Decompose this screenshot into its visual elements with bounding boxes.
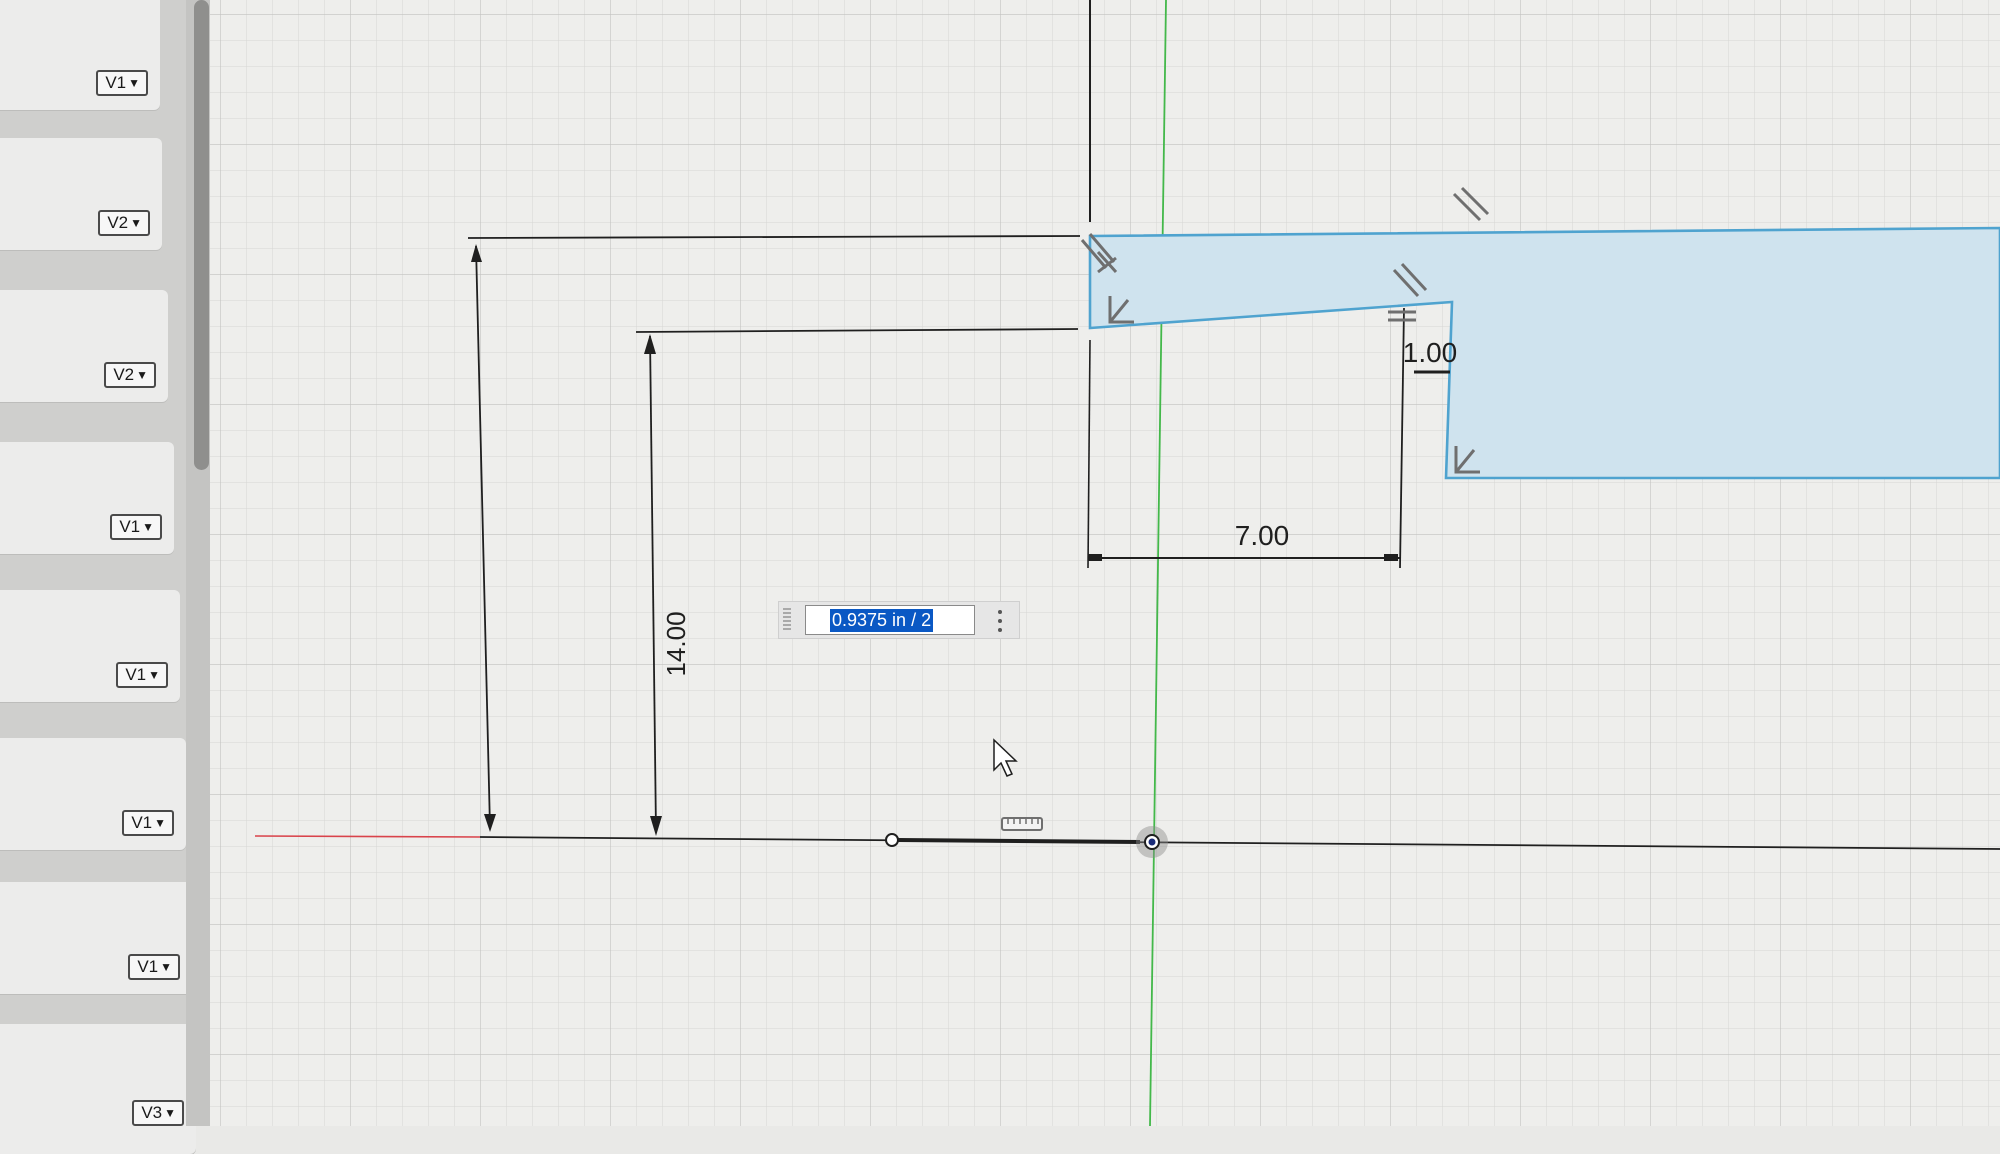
version-card[interactable]: V1 ▼ xyxy=(0,882,192,994)
dimension-label-14: 14.00 xyxy=(661,611,691,676)
sketch-line[interactable] xyxy=(897,838,1141,844)
version-label: V1 xyxy=(105,73,127,92)
vertical-ellipsis-icon[interactable] xyxy=(993,607,1007,635)
version-label: V1 xyxy=(125,665,147,684)
scrollbar-thumb[interactable] xyxy=(194,0,209,470)
version-dropdown[interactable]: V1 ▼ xyxy=(110,514,162,540)
triangle-down-icon: ▼ xyxy=(128,76,140,90)
ellipsis-dot xyxy=(998,618,1002,623)
version-card[interactable]: V1 ▼ xyxy=(0,0,160,110)
sketch-svg: 14.00 7.00 1.00 xyxy=(210,0,2000,1126)
sketch-grid xyxy=(210,0,2000,1126)
triangle-down-icon: ▼ xyxy=(142,520,154,534)
dimension-label-7: 7.00 xyxy=(1235,520,1290,551)
version-dropdown[interactable]: V1 ▼ xyxy=(96,70,148,96)
triangle-down-icon: ▼ xyxy=(154,816,166,830)
version-label: V2 xyxy=(113,365,135,384)
arrowhead xyxy=(1088,554,1102,561)
coincident-constraint-icon[interactable] xyxy=(1001,817,1043,831)
version-dropdown[interactable]: V2 ▼ xyxy=(98,210,150,236)
version-card[interactable]: V1 ▼ xyxy=(0,590,180,702)
version-dropdown[interactable]: V3 ▼ xyxy=(132,1100,184,1126)
dimension-label-1: 1.00 xyxy=(1403,337,1458,368)
version-dropdown[interactable]: V2 ▼ xyxy=(104,362,156,388)
version-label: V1 xyxy=(131,813,153,832)
arrowhead xyxy=(1384,554,1398,561)
dimension-value-editor[interactable]: 0.9375 in / 2 xyxy=(778,601,1020,639)
version-sidebar: V1 ▼ V2 ▼ V2 ▼ V1 ▼ V1 ▼ V1 ▼ V1 ▼ V3 ▼ xyxy=(0,0,200,1154)
triangle-down-icon: ▼ xyxy=(136,368,148,382)
sketch-canvas[interactable]: 14.00 7.00 1.00 0.9375 in / 2 xyxy=(210,0,2000,1126)
version-label: V1 xyxy=(119,517,141,536)
dimension-value-text[interactable]: 0.9375 in / 2 xyxy=(830,608,934,632)
triangle-down-icon: ▼ xyxy=(160,960,172,974)
version-card[interactable]: V2 ▼ xyxy=(0,138,162,250)
dimension-value-input[interactable]: 0.9375 in / 2 xyxy=(805,605,975,635)
x-axis-line xyxy=(254,835,481,838)
sketch-point[interactable] xyxy=(885,833,899,847)
version-card[interactable]: V1 ▼ xyxy=(0,738,186,850)
version-label: V1 xyxy=(137,957,159,976)
version-dropdown[interactable]: V1 ▼ xyxy=(122,810,174,836)
version-label: V3 xyxy=(141,1103,163,1122)
ellipsis-dot xyxy=(998,628,1002,633)
triangle-down-icon: ▼ xyxy=(148,668,160,682)
drag-grip-icon[interactable] xyxy=(783,608,791,632)
version-card[interactable]: V1 ▼ xyxy=(0,442,174,554)
version-dropdown[interactable]: V1 ▼ xyxy=(128,954,180,980)
triangle-down-icon: ▼ xyxy=(164,1106,176,1120)
version-label: V2 xyxy=(107,213,129,232)
origin-point-center xyxy=(1148,838,1156,846)
version-card[interactable]: V2 ▼ xyxy=(0,290,168,402)
version-dropdown[interactable]: V1 ▼ xyxy=(116,662,168,688)
version-card[interactable]: V3 ▼ xyxy=(0,1024,196,1154)
triangle-down-icon: ▼ xyxy=(130,216,142,230)
ellipsis-dot xyxy=(998,609,1002,614)
